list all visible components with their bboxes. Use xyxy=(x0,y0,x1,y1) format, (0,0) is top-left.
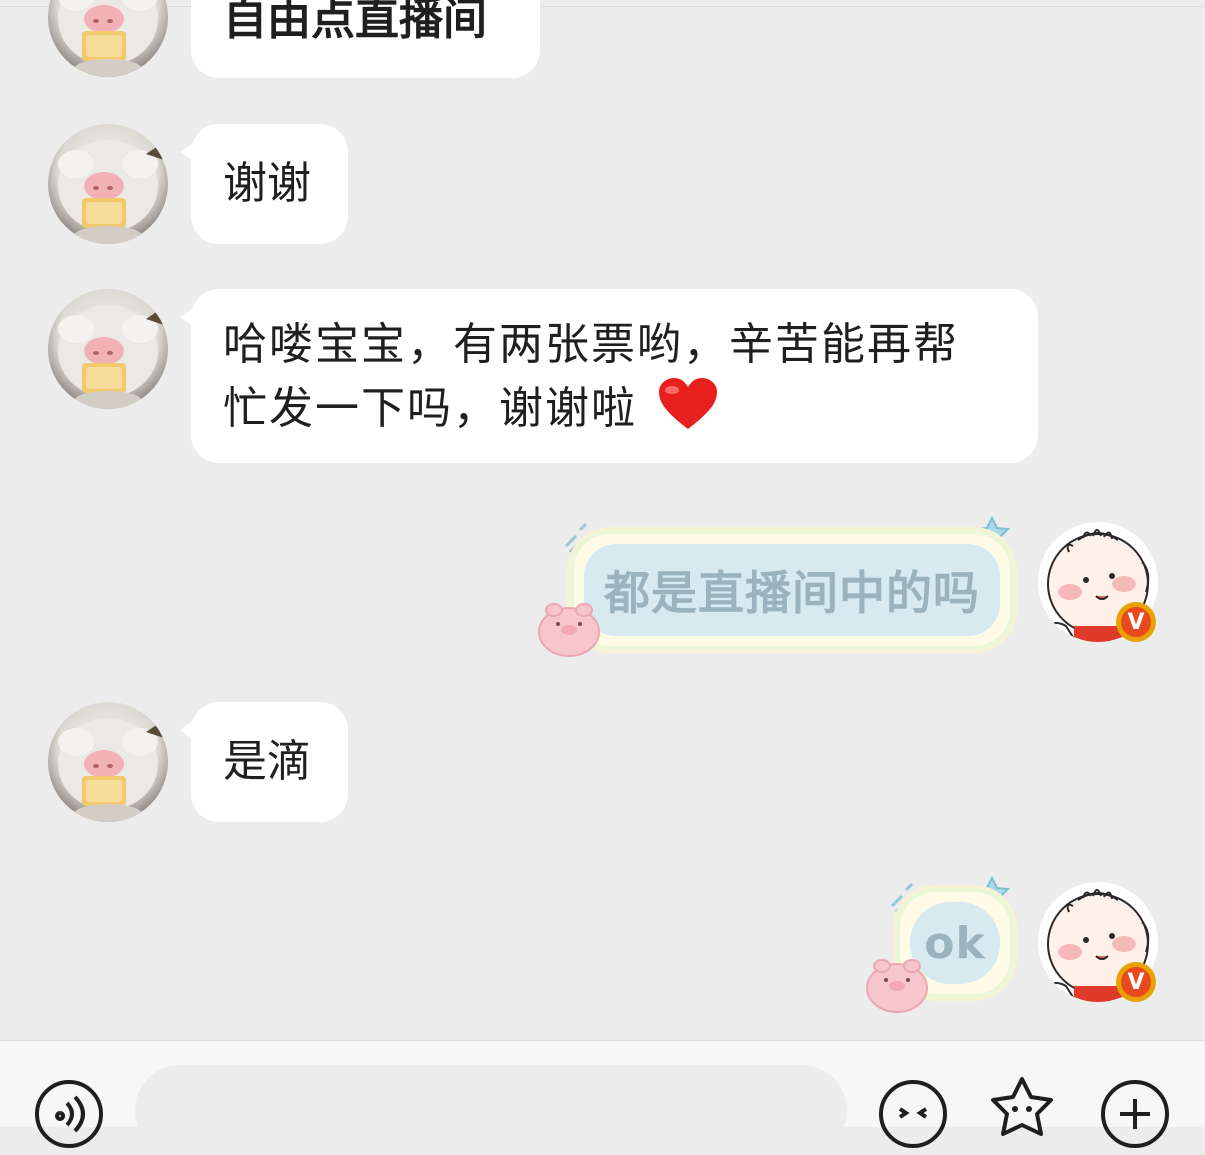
bubble-tail xyxy=(180,307,194,327)
sender-avatar-icon[interactable] xyxy=(48,0,168,77)
pink-pig-sticker-icon xyxy=(538,603,600,657)
outgoing-message-bubble[interactable]: 都是直播间中的吗 xyxy=(570,530,1014,650)
message-row: 谢谢 xyxy=(0,120,1205,250)
message-text: 自由点直播间 xyxy=(223,0,487,45)
red-heart-icon xyxy=(659,378,717,429)
message-row: 是滴 xyxy=(0,698,1205,828)
bubble-tail xyxy=(180,142,194,162)
sender-avatar-icon[interactable] xyxy=(48,124,168,244)
message-line: 忙发一下吗，谢谢啦 xyxy=(223,383,637,434)
message-line: 哈喽宝宝，有两张票哟，辛苦能再帮 xyxy=(223,319,959,370)
sender-avatar-icon[interactable] xyxy=(48,702,168,822)
fluffy-pig-avatar-icon xyxy=(48,289,168,409)
incoming-message-bubble[interactable]: 自由点直播间 xyxy=(191,0,540,78)
incoming-message-bubble[interactable]: 谢谢 xyxy=(180,124,348,244)
fluffy-pig-avatar-icon xyxy=(48,124,168,244)
emoji-button[interactable] xyxy=(878,1079,948,1149)
sticker-button[interactable] xyxy=(984,1073,1060,1149)
verified-badge: V xyxy=(1116,602,1156,642)
message-line-wrapper: 忙发一下吗，谢谢啦 xyxy=(223,377,1006,441)
sticker-icon xyxy=(991,1077,1053,1136)
message-text: 是滴 xyxy=(223,736,311,787)
message-text: 都是直播间中的吗 xyxy=(604,566,980,620)
bubble-tail xyxy=(180,720,194,740)
incoming-message-bubble[interactable]: 哈喽宝宝，有两张票哟，辛苦能再帮 忙发一下吗，谢谢啦 xyxy=(180,289,1038,463)
message-input[interactable] xyxy=(135,1065,847,1155)
incoming-message-bubble[interactable]: 是滴 xyxy=(180,702,348,822)
fluffy-pig-avatar-icon xyxy=(48,0,168,77)
verified-badge-letter: V xyxy=(1127,609,1145,635)
verified-badge: V xyxy=(1116,962,1156,1002)
message-row: 自由点直播间 xyxy=(0,0,1205,80)
message-row: 都是直播间中的吗 V xyxy=(0,510,1205,670)
message-row: 哈喽宝宝，有两张票哟，辛苦能再帮 忙发一下吗，谢谢啦 xyxy=(0,285,1205,465)
pink-pig-sticker-icon xyxy=(866,959,928,1013)
verified-badge-letter: V xyxy=(1127,969,1145,995)
voice-icon xyxy=(35,1080,103,1148)
message-text: 谢谢 xyxy=(223,158,311,209)
message-row: ok V xyxy=(0,870,1205,1030)
sender-avatar-icon[interactable] xyxy=(48,289,168,409)
plus-button[interactable] xyxy=(1100,1079,1170,1149)
fluffy-pig-avatar-icon xyxy=(48,702,168,822)
voice-button[interactable] xyxy=(34,1079,104,1149)
emoji-icon xyxy=(879,1080,947,1148)
plus-icon xyxy=(1101,1080,1169,1148)
input-bar xyxy=(0,1040,1205,1155)
